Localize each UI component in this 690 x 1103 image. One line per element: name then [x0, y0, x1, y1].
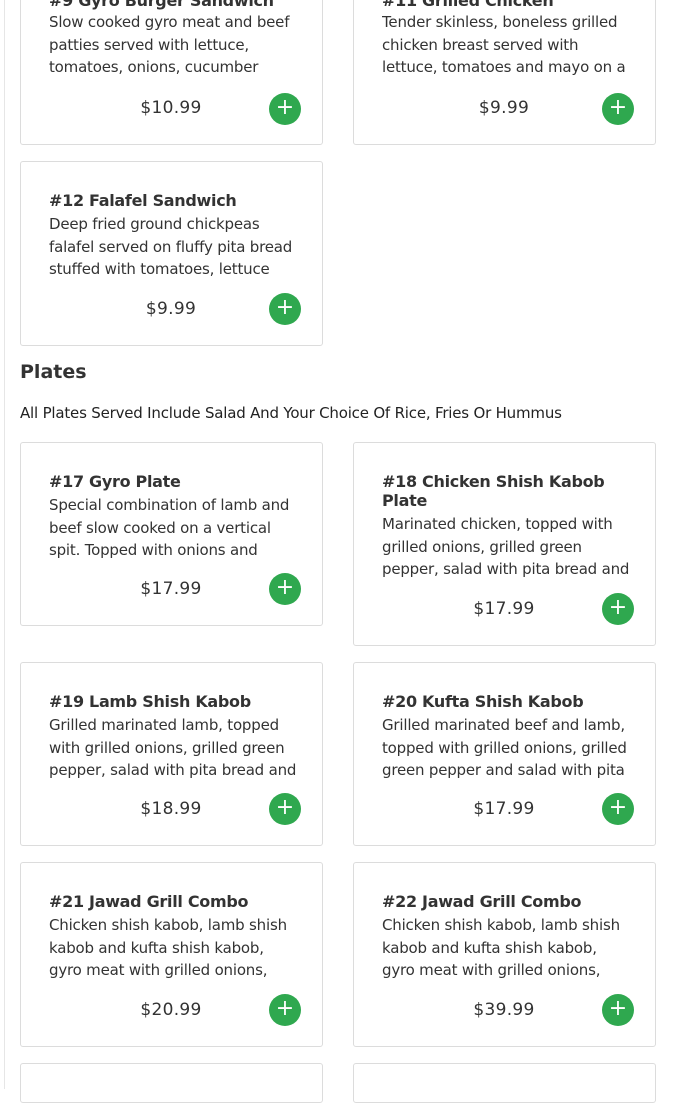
menu-item-price: $9.99	[145, 299, 197, 319]
menu-item-card-17[interactable]: #17 Gyro Plate Special combination of la…	[20, 442, 323, 626]
menu-item-description: Tender skinless, boneless grilled chicke…	[382, 13, 626, 76]
menu-item-name: #22 Jawad Grill Combo	[382, 892, 582, 911]
menu-item-card-12[interactable]: #12 Falafel Sandwich Deep fried ground c…	[20, 161, 323, 346]
add-to-cart-button[interactable]: +	[269, 994, 301, 1026]
menu-item-description: Deep fried ground chickpeas falafel serv…	[49, 215, 293, 278]
add-to-cart-button[interactable]: +	[602, 93, 634, 125]
menu-item-price: $20.99	[140, 1000, 202, 1020]
add-to-cart-button[interactable]: +	[269, 293, 301, 325]
plus-icon: +	[608, 95, 628, 120]
menu-item-card-11[interactable]: #11 Grilled Chicken Tender skinless, bon…	[353, 0, 656, 145]
menu-item-name: #18 Chicken Shish Kabob Plate	[382, 472, 605, 510]
menu-item-price: $10.99	[140, 98, 202, 118]
plus-icon: +	[275, 95, 295, 120]
section-title-plates: Plates	[20, 361, 87, 383]
page-left-border	[4, 0, 5, 1089]
menu-item-price: $9.99	[478, 98, 530, 118]
menu-item-price: $17.99	[140, 579, 202, 599]
plus-icon: +	[275, 295, 295, 320]
menu-item-name: #9 Gyro Burger Sandwich	[49, 0, 274, 10]
menu-item-name: #12 Falafel Sandwich	[49, 191, 237, 210]
menu-item-card-20[interactable]: #20 Kufta Shish Kabob Grilled marinated …	[353, 662, 656, 846]
menu-item-card-next-right[interactable]	[353, 1063, 656, 1103]
menu-item-description: Special combination of lamb and beef slo…	[49, 496, 290, 559]
add-to-cart-button[interactable]: +	[602, 793, 634, 825]
menu-item-description: Grilled marinated lamb, topped with gril…	[49, 716, 297, 779]
menu-item-name: #17 Gyro Plate	[49, 472, 181, 491]
menu-item-card-19[interactable]: #19 Lamb Shish Kabob Grilled marinated l…	[20, 662, 323, 846]
menu-item-description: Chicken shish kabob, lamb shish kabob an…	[49, 916, 287, 979]
menu-item-card-next-left[interactable]	[20, 1063, 323, 1103]
plus-icon: +	[275, 795, 295, 820]
plus-icon: +	[608, 595, 628, 620]
plus-icon: +	[275, 575, 295, 600]
menu-item-card-21[interactable]: #21 Jawad Grill Combo Chicken shish kabo…	[20, 862, 323, 1047]
section-description: All Plates Served Include Salad And Your…	[20, 404, 562, 422]
menu-item-description: Grilled marinated beef and lamb, topped …	[382, 716, 627, 779]
menu-item-card-18[interactable]: #18 Chicken Shish Kabob Plate Marinated …	[353, 442, 656, 646]
menu-item-description: Slow cooked gyro meat and beef patties s…	[49, 13, 290, 76]
add-to-cart-button[interactable]: +	[602, 994, 634, 1026]
add-to-cart-button[interactable]: +	[269, 93, 301, 125]
menu-item-name: #19 Lamb Shish Kabob	[49, 692, 251, 711]
menu-item-card-9[interactable]: #9 Gyro Burger Sandwich Slow cooked gyro…	[20, 0, 323, 145]
menu-item-name: #21 Jawad Grill Combo	[49, 892, 249, 911]
menu-item-description: Marinated chicken, topped with grilled o…	[382, 515, 630, 578]
menu-item-card-22[interactable]: #22 Jawad Grill Combo Chicken shish kabo…	[353, 862, 656, 1047]
plus-icon: +	[608, 795, 628, 820]
plus-icon: +	[608, 996, 628, 1021]
menu-item-price: $17.99	[473, 799, 535, 819]
plus-icon: +	[275, 996, 295, 1021]
add-to-cart-button[interactable]: +	[602, 593, 634, 625]
menu-item-price: $17.99	[473, 599, 535, 619]
menu-item-description: Chicken shish kabob, lamb shish kabob an…	[382, 916, 620, 979]
menu-item-name: #11 Grilled Chicken	[382, 0, 554, 10]
menu-item-price: $39.99	[473, 1000, 535, 1020]
menu-item-name: #20 Kufta Shish Kabob	[382, 692, 584, 711]
add-to-cart-button[interactable]: +	[269, 793, 301, 825]
add-to-cart-button[interactable]: +	[269, 573, 301, 605]
menu-item-price: $18.99	[140, 799, 202, 819]
